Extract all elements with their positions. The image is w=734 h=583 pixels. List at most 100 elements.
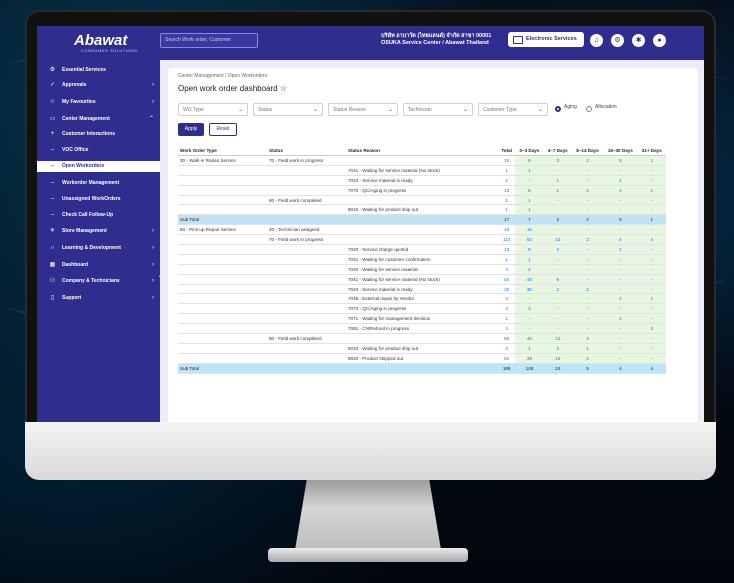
cell-aging-bucket[interactable]: 39 (515, 353, 544, 364)
cell-aging-bucket[interactable]: 5 (603, 214, 638, 226)
cell-aging-bucket[interactable]: 1 (543, 185, 572, 196)
cell-aging-bucket[interactable]: 1 (515, 195, 544, 206)
cell-aging-bucket[interactable]: 148 (515, 363, 544, 374)
cell-total[interactable]: 4 (498, 264, 516, 275)
col-header[interactable]: Work Order Type (178, 145, 267, 156)
cell-aging-bucket[interactable]: 3 (543, 155, 572, 166)
cell-total[interactable]: 1 (498, 195, 516, 206)
sidebar-item-company-technicians[interactable]: ⚇ Company & Technicians › (37, 276, 160, 287)
cell-aging-bucket[interactable]: 1 (603, 244, 638, 255)
cell-aging-bucket[interactable]: 4 (603, 234, 638, 246)
cell-aging-bucket[interactable]: 1 (571, 343, 604, 354)
col-header[interactable]: 0–3 Days (515, 145, 544, 156)
cell-aging-bucket[interactable]: 4 (543, 244, 572, 255)
settings-icon[interactable]: ✱ (632, 34, 645, 47)
cell-aging-bucket[interactable]: 7 (515, 214, 544, 226)
sidebar-item-check-call-follow-up[interactable]: – Check Call Follow-Up (37, 210, 160, 221)
bell-icon[interactable]: ♫ (590, 34, 603, 47)
cell-aging-bucket[interactable]: 2 (543, 343, 572, 354)
sidebar-item-my-favourites[interactable]: ☆ My Favourites › (37, 97, 160, 108)
cell-aging-bucket[interactable]: 2 (571, 353, 604, 364)
apply-button[interactable]: Apply (178, 123, 204, 136)
cell-aging-bucket[interactable]: 5 (603, 155, 638, 166)
cell-aging-bucket[interactable]: 1 (637, 293, 666, 305)
cell-aging-bucket[interactable]: 92 (515, 234, 544, 246)
sidebar-item-customer-interactions[interactable]: + Customer Interactions (37, 129, 160, 140)
cell-aging-bucket[interactable]: 1 (637, 185, 666, 196)
cell-aging-bucket[interactable]: 1 (543, 175, 572, 186)
cell-total[interactable]: 13 (498, 185, 516, 196)
cell-aging-bucket[interactable]: 10 (543, 353, 572, 364)
cell-aging-bucket[interactable]: 1 (515, 343, 544, 354)
cell-aging-bucket[interactable]: 24 (543, 363, 572, 374)
cell-total[interactable]: 55 (498, 333, 516, 344)
col-header[interactable]: Total (498, 145, 516, 156)
cell-total[interactable]: 2 (498, 175, 516, 186)
cell-aging-bucket[interactable]: 1 (603, 175, 638, 186)
cell-aging-bucket[interactable]: 6 (543, 274, 572, 285)
cell-aging-bucket[interactable]: 1 (515, 165, 544, 176)
cell-aging-bucket[interactable]: 3 (571, 333, 604, 344)
cell-aging-bucket[interactable]: 1 (515, 204, 544, 216)
cell-aging-bucket[interactable]: 4 (603, 185, 638, 196)
cell-aging-bucket[interactable]: 2 (571, 234, 604, 246)
cell-aging-bucket[interactable]: 2 (543, 214, 572, 226)
cell-total[interactable]: 3 (498, 303, 516, 315)
cell-total[interactable]: 185 (498, 363, 516, 374)
sidebar-item-unassigned-workorders[interactable]: – Unassigned WorkOrders (37, 194, 160, 205)
cell-aging-bucket[interactable]: 1 (637, 214, 666, 226)
sidebar-item-voc-office[interactable]: – VOC Office (37, 145, 160, 156)
cell-total[interactable]: 54 (498, 274, 516, 285)
sidebar-item-dashboard[interactable]: ▦ Dashboard › (37, 260, 160, 271)
sidebar-item-approvals[interactable]: ✓ Approvals › (37, 80, 160, 91)
cell-total[interactable]: 17 (498, 214, 516, 226)
cell-total[interactable]: 4 (498, 343, 516, 354)
cell-aging-bucket[interactable]: 3 (515, 303, 544, 315)
cell-aging-bucket[interactable]: 1 (515, 254, 544, 265)
gear-icon[interactable]: ⚙ (611, 34, 624, 47)
cell-total[interactable]: 16 (498, 155, 516, 166)
cell-total[interactable]: 13 (498, 244, 516, 255)
col-header[interactable]: 4–7 Days (543, 145, 572, 156)
cell-aging-bucket[interactable]: 12 (543, 234, 572, 246)
cell-aging-bucket[interactable]: 5 (571, 363, 604, 374)
cell-aging-bucket[interactable]: 40 (515, 333, 544, 344)
customer-type-dropdown[interactable]: Customer Type ⌄ (478, 103, 548, 116)
allocation-radio[interactable] (586, 106, 592, 112)
cell-total[interactable]: 1 (498, 313, 516, 325)
sidebar-item-store-management[interactable]: ☀ Store Management › (37, 226, 160, 237)
cell-total[interactable]: 51 (498, 353, 516, 364)
cell-aging-bucket[interactable]: 1 (603, 313, 638, 325)
cell-aging-bucket[interactable]: 4 (637, 363, 666, 374)
cell-aging-bucket[interactable]: 2 (571, 284, 604, 295)
cell-total[interactable]: 32 (498, 284, 516, 295)
cell-aging-bucket[interactable]: 30 (515, 284, 544, 295)
col-header[interactable]: 15–30 Days (603, 145, 638, 156)
sidebar-item-center-management[interactable]: ▭ Center Management ⌃ (37, 114, 160, 125)
cell-aging-bucket[interactable]: 4 (515, 264, 544, 275)
col-header[interactable]: Status Reason (346, 145, 498, 156)
cell-total[interactable]: 3 (498, 323, 516, 335)
aging-radio[interactable] (555, 106, 561, 112)
col-header[interactable]: 31+ Days (637, 145, 666, 156)
user-icon[interactable]: ● (653, 34, 666, 47)
col-header[interactable]: Status (267, 145, 346, 156)
cell-aging-bucket[interactable]: 48 (515, 274, 544, 285)
cell-total[interactable]: 16 (498, 224, 516, 236)
cell-aging-bucket[interactable]: 2 (543, 284, 572, 295)
reset-button[interactable]: Reset (209, 123, 237, 136)
cell-aging-bucket[interactable]: 8 (515, 244, 544, 255)
cell-aging-bucket[interactable]: 2 (571, 155, 604, 166)
cell-total[interactable]: 114 (498, 234, 516, 246)
cell-aging-bucket[interactable]: 2 (571, 214, 604, 226)
cell-aging-bucket[interactable]: 2 (603, 293, 638, 305)
cell-aging-bucket[interactable]: 5 (515, 185, 544, 196)
electronic-services-button[interactable]: Electronic Services (508, 32, 584, 47)
cell-aging-bucket[interactable]: 2 (571, 185, 604, 196)
sidebar-item-support[interactable]: ▯ Support › (37, 293, 160, 304)
cell-aging-bucket[interactable]: 16 (515, 224, 544, 236)
cell-aging-bucket[interactable]: 3 (637, 323, 666, 335)
cell-aging-bucket[interactable]: 4 (603, 363, 638, 374)
cell-aging-bucket[interactable]: 1 (637, 155, 666, 166)
sidebar-item-open-workorders[interactable]: – Open Workorders (37, 161, 160, 172)
